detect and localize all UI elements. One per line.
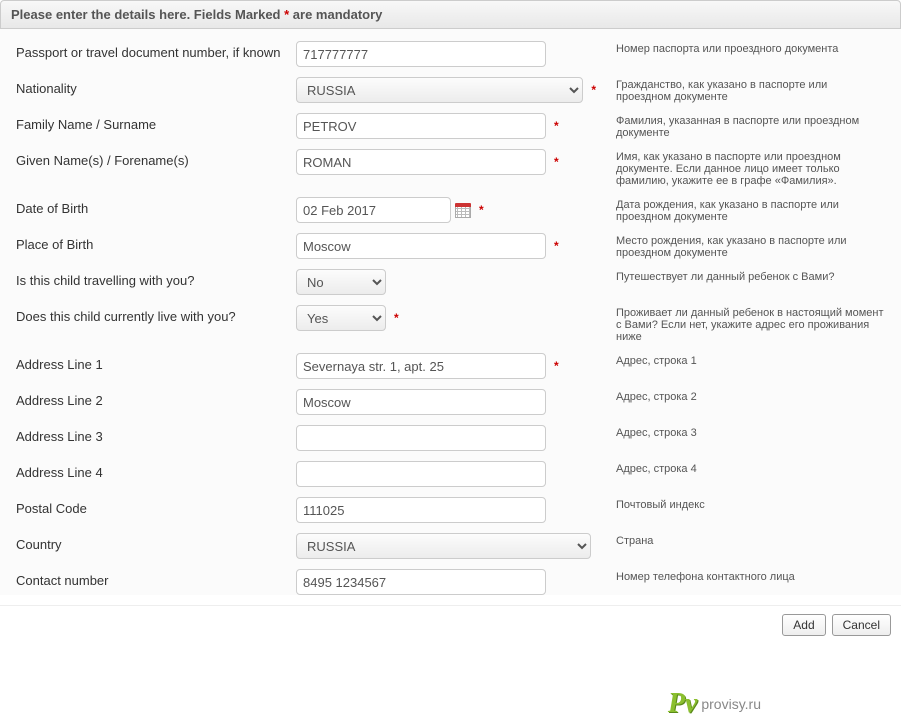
row-live: Does this child currently live with you?… (16, 305, 885, 343)
row-nationality: Nationality RUSSIA * Гражданство, как ук… (16, 77, 885, 103)
header-prefix: Please enter the details here. Fields Ma… (11, 7, 284, 22)
help-addr2: Адрес, строка 2 (596, 389, 885, 403)
live-select[interactable]: Yes (296, 305, 386, 331)
required-marker: * (554, 119, 559, 133)
passport-input[interactable] (296, 41, 546, 67)
dob-input[interactable] (296, 197, 451, 223)
help-nationality: Гражданство, как указано в паспорте или … (596, 77, 885, 103)
label-dob: Date of Birth (16, 197, 296, 216)
required-marker: * (554, 239, 559, 253)
help-surname: Фамилия, указанная в паспорте или проезд… (596, 113, 885, 139)
help-addr4: Адрес, строка 4 (596, 461, 885, 475)
calendar-icon[interactable] (455, 203, 471, 218)
row-surname: Family Name / Surname * Фамилия, указанн… (16, 113, 885, 139)
row-postal: Postal Code Почтовый индекс (16, 497, 885, 523)
label-live: Does this child currently live with you? (16, 305, 296, 324)
addr1-input[interactable] (296, 353, 546, 379)
label-nationality: Nationality (16, 77, 296, 96)
row-given: Given Name(s) / Forename(s) * Имя, как у… (16, 149, 885, 187)
row-country: Country RUSSIA Страна (16, 533, 885, 559)
help-travel: Путешествует ли данный ребенок с Вами? (596, 269, 885, 283)
help-passport: Номер паспорта или проездного документа (596, 41, 885, 55)
help-dob: Дата рождения, как указано в паспорте ил… (596, 197, 885, 223)
row-pob: Place of Birth * Место рождения, как ука… (16, 233, 885, 259)
watermark-text: provisy.ru (701, 696, 761, 712)
row-addr2: Address Line 2 Адрес, строка 2 (16, 389, 885, 415)
row-addr4: Address Line 4 Адрес, строка 4 (16, 461, 885, 487)
required-marker: * (394, 311, 399, 325)
form-header: Please enter the details here. Fields Ma… (0, 0, 901, 29)
header-suffix: are mandatory (289, 7, 382, 22)
add-button[interactable]: Add (782, 614, 825, 636)
help-addr3: Адрес, строка 3 (596, 425, 885, 439)
given-input[interactable] (296, 149, 546, 175)
watermark-logo-icon: Pv (668, 690, 698, 718)
label-passport: Passport or travel document number, if k… (16, 41, 296, 60)
contact-input[interactable] (296, 569, 546, 595)
postal-input[interactable] (296, 497, 546, 523)
row-addr1: Address Line 1 * Адрес, строка 1 (16, 353, 885, 379)
row-addr3: Address Line 3 Адрес, строка 3 (16, 425, 885, 451)
label-travel: Is this child travelling with you? (16, 269, 296, 288)
addr3-input[interactable] (296, 425, 546, 451)
travel-select[interactable]: No (296, 269, 386, 295)
help-pob: Место рождения, как указано в паспорте и… (596, 233, 885, 259)
row-passport: Passport or travel document number, if k… (16, 41, 885, 67)
help-given: Имя, как указано в паспорте или проездно… (596, 149, 885, 187)
label-pob: Place of Birth (16, 233, 296, 252)
label-surname: Family Name / Surname (16, 113, 296, 132)
label-country: Country (16, 533, 296, 552)
addr2-input[interactable] (296, 389, 546, 415)
country-select[interactable]: RUSSIA (296, 533, 591, 559)
row-dob: Date of Birth * Дата рождения, как указа… (16, 197, 885, 223)
required-marker: * (479, 203, 484, 217)
required-marker: * (554, 155, 559, 169)
label-given: Given Name(s) / Forename(s) (16, 149, 296, 168)
help-contact: Номер телефона контактного лица (596, 569, 885, 583)
cancel-button[interactable]: Cancel (832, 614, 891, 636)
label-addr2: Address Line 2 (16, 389, 296, 408)
row-contact: Contact number Номер телефона контактног… (16, 569, 885, 595)
addr4-input[interactable] (296, 461, 546, 487)
required-marker: * (554, 359, 559, 373)
watermark: Pv provisy.ru (668, 690, 761, 718)
help-postal: Почтовый индекс (596, 497, 885, 511)
label-addr1: Address Line 1 (16, 353, 296, 372)
footer: Add Cancel (0, 605, 901, 644)
surname-input[interactable] (296, 113, 546, 139)
label-addr4: Address Line 4 (16, 461, 296, 480)
label-addr3: Address Line 3 (16, 425, 296, 444)
nationality-select[interactable]: RUSSIA (296, 77, 583, 103)
label-postal: Postal Code (16, 497, 296, 516)
label-contact: Contact number (16, 569, 296, 588)
row-travel: Is this child travelling with you? No Пу… (16, 269, 885, 295)
help-addr1: Адрес, строка 1 (596, 353, 885, 367)
form-body: Passport or travel document number, if k… (0, 29, 901, 595)
help-live: Проживает ли данный ребенок в настоящий … (596, 305, 885, 343)
pob-input[interactable] (296, 233, 546, 259)
help-country: Страна (596, 533, 885, 547)
